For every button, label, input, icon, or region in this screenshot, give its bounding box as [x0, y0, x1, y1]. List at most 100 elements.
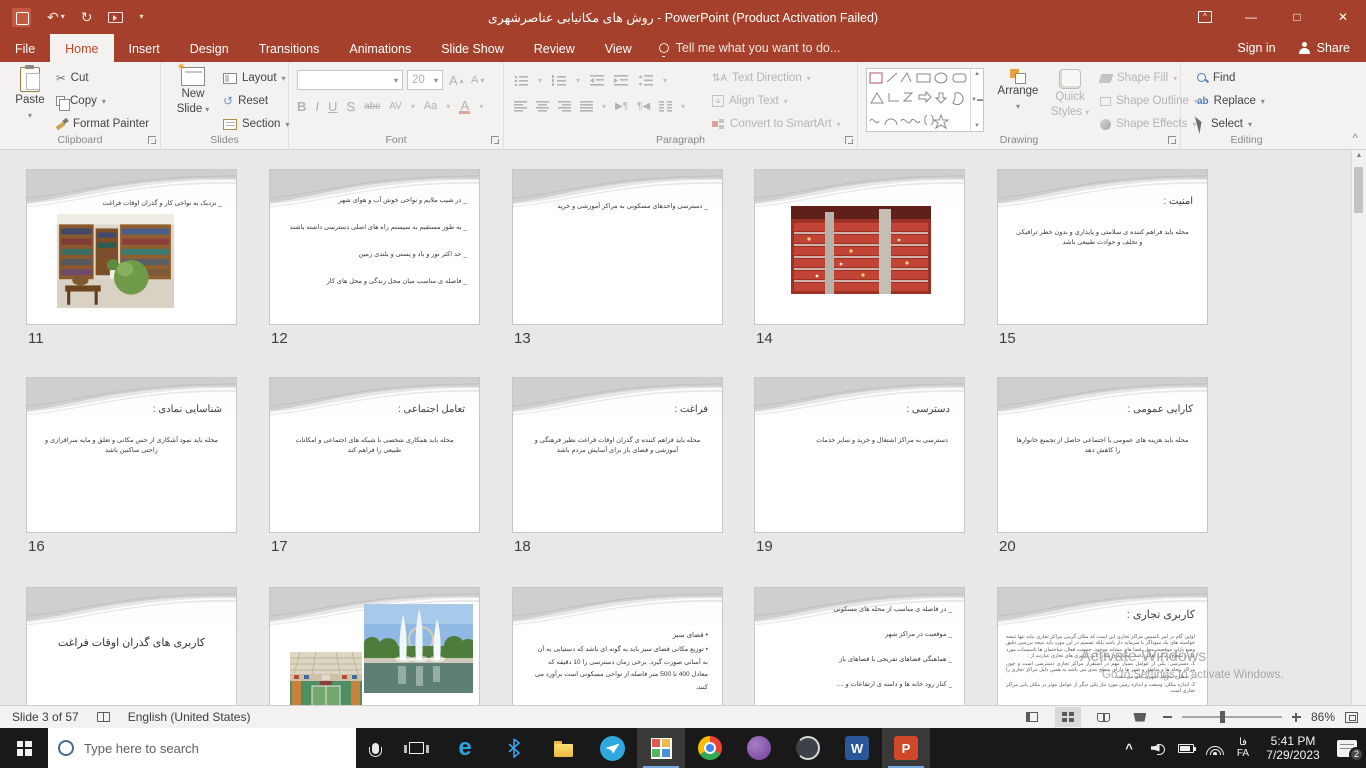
zoom-slider[interactable]	[1182, 716, 1282, 718]
format-painter-button[interactable]: Format Painter	[56, 114, 149, 134]
collapse-ribbon-icon[interactable]: ^	[1352, 131, 1358, 145]
replace-button[interactable]: abReplace▾	[1197, 91, 1265, 111]
tray-show-hidden-icons[interactable]: ^	[1118, 728, 1140, 768]
slide-thumbnail-13[interactable]: _ دسترسی واحدهای مسکونی به مراکز آموزشی …	[512, 169, 723, 325]
slide-thumbnail-15[interactable]: امنیت : محله باید فراهم کننده ی سلامتی و…	[997, 169, 1208, 325]
align-left-icon[interactable]	[514, 101, 527, 112]
sign-in-button[interactable]: Sign in	[1237, 41, 1275, 55]
dialog-launcher-icon[interactable]	[1168, 136, 1176, 144]
maximize-button[interactable]: □	[1274, 0, 1320, 34]
close-button[interactable]: ✕	[1320, 0, 1366, 34]
shape-fill-button[interactable]: Shape Fill▾	[1100, 68, 1177, 88]
select-button[interactable]: Select▾	[1197, 114, 1252, 134]
slide-thumbnail-16[interactable]: شناسایی نمادی : محله باید نمود آشکاری از…	[26, 377, 237, 533]
zoom-in-button[interactable]	[1292, 713, 1301, 722]
taskbar-search-box[interactable]: Type here to search	[48, 728, 356, 768]
taskbar-item-player-app[interactable]	[784, 728, 832, 768]
layout-button[interactable]: Layout▾	[223, 68, 286, 88]
numbering-icon[interactable]	[552, 75, 566, 86]
italic-button[interactable]: I	[315, 99, 319, 114]
tray-language-indicator[interactable]: فاFA	[1230, 728, 1256, 768]
shrink-font-button[interactable]: A▾	[471, 70, 484, 90]
share-button[interactable]: Share	[1298, 41, 1350, 55]
slide-thumbnail-14[interactable]	[754, 169, 965, 325]
slide-thumbnail-25[interactable]: کاربری تجاری : اولین گام در امر تاسیس مر…	[997, 587, 1208, 705]
zoom-out-button[interactable]	[1163, 716, 1172, 718]
slide-thumbnail-11[interactable]: _ نزدیک به نواحی کار و گذران اوقات فراغت	[26, 169, 237, 325]
taskbar-item-purple-app[interactable]	[735, 728, 783, 768]
align-right-icon[interactable]	[558, 101, 571, 112]
taskbar-item-file-explorer[interactable]	[539, 728, 587, 768]
tab-slideshow[interactable]: Slide Show	[426, 34, 519, 62]
powerpoint-app-icon[interactable]	[12, 8, 31, 27]
quick-styles-button[interactable]: Quick Styles▾	[1046, 69, 1094, 119]
tab-home[interactable]: Home	[50, 34, 113, 62]
tab-insert[interactable]: Insert	[114, 34, 175, 62]
taskbar-item-bluetooth[interactable]	[490, 728, 538, 768]
find-button[interactable]: Find	[1197, 68, 1235, 88]
taskbar-item-media-app[interactable]	[637, 728, 685, 768]
minimize-button[interactable]: —	[1228, 0, 1274, 34]
slide-thumbnail-23[interactable]: • فضای سبز • توزیع مکانی فضای سبز باید ب…	[512, 587, 723, 705]
shapes-gallery[interactable]: ▲▼▬▼	[866, 68, 984, 132]
copy-button[interactable]: Copy▾	[56, 91, 106, 111]
change-case-button[interactable]: Aa	[424, 100, 437, 112]
redo-button[interactable]: ↻	[81, 10, 93, 24]
underline-button[interactable]: U	[328, 99, 337, 114]
tab-transitions[interactable]: Transitions	[244, 34, 335, 62]
customize-qat-button[interactable]: ▾	[139, 10, 143, 24]
vertical-scrollbar[interactable]: ▲	[1351, 150, 1366, 705]
slide-thumbnail-20[interactable]: کارایی عمومی : محله باید هزینه های عمومی…	[997, 377, 1208, 533]
tab-design[interactable]: Design	[175, 34, 244, 62]
taskbar-item-messenger[interactable]	[588, 728, 636, 768]
character-spacing-button[interactable]: AV	[389, 101, 402, 112]
slide-thumbnail-12[interactable]: _ در شیب ملایم و نواحی خوش آب و هوای شهر…	[269, 169, 480, 325]
slide-thumbnail-22[interactable]	[269, 587, 480, 705]
language-indicator[interactable]: English (United States)	[128, 710, 251, 724]
start-slideshow-button[interactable]	[108, 12, 123, 23]
shapes-gallery-scrollbar[interactable]: ▲▼▬▼	[970, 69, 983, 131]
undo-button[interactable]: ↶▾	[47, 10, 65, 24]
slide-thumbnail-21[interactable]: کاربری های گذران اوقات فراغت	[26, 587, 237, 705]
rtl-text-direction-icon[interactable]: ¶◀	[637, 101, 650, 112]
slideshow-view-button[interactable]	[1127, 707, 1153, 727]
tray-battery[interactable]	[1172, 728, 1200, 768]
align-text-button[interactable]: ≡Align Text▾	[712, 91, 788, 111]
justify-icon[interactable]	[580, 101, 593, 112]
text-direction-button[interactable]: ⇅AText Direction▾	[712, 68, 811, 88]
tray-clock[interactable]: 5:41 PM7/29/2023	[1256, 728, 1330, 768]
arrange-button[interactable]: Arrange ▾	[992, 69, 1044, 113]
tab-file[interactable]: File	[0, 34, 50, 62]
paste-button[interactable]: Paste ▾	[8, 67, 52, 122]
tray-network[interactable]	[1202, 728, 1228, 768]
ribbon-display-options-button[interactable]: ^	[1182, 0, 1228, 34]
action-center-button[interactable]: 2	[1332, 728, 1362, 768]
scrollbar-thumb[interactable]	[1354, 167, 1363, 213]
dialog-launcher-icon[interactable]	[491, 136, 499, 144]
reset-button[interactable]: ↺Reset	[223, 91, 268, 111]
tab-view[interactable]: View	[590, 34, 647, 62]
font-size-combobox[interactable]: 20▾	[407, 70, 443, 90]
tray-volume[interactable]	[1144, 728, 1170, 768]
dialog-launcher-icon[interactable]	[845, 136, 853, 144]
scroll-up-arrow-icon[interactable]: ▲	[1352, 152, 1366, 159]
zoom-slider-thumb[interactable]	[1220, 711, 1225, 723]
line-spacing-icon[interactable]	[638, 75, 653, 86]
decrease-indent-icon[interactable]	[590, 75, 604, 86]
tab-animations[interactable]: Animations	[334, 34, 426, 62]
slide-thumbnail-18[interactable]: فراغت : محله باید فراهم کننده ی گذران او…	[512, 377, 723, 533]
bold-button[interactable]: B	[297, 99, 306, 114]
taskbar-item-word[interactable]: W	[833, 728, 881, 768]
font-name-combobox[interactable]: ▾	[297, 70, 403, 90]
tell-me-box[interactable]: Tell me what you want to do...	[647, 34, 853, 62]
slide-thumbnail-24[interactable]: _ در فاصله ی مناسب از محله های مسکونی _ …	[754, 587, 965, 705]
increase-indent-icon[interactable]	[614, 75, 628, 86]
dialog-launcher-icon[interactable]	[148, 136, 156, 144]
slide-thumbnail-19[interactable]: دسترسی : دسترسی به مراکز اشتغال و خرید و…	[754, 377, 965, 533]
taskbar-item-chrome[interactable]	[686, 728, 734, 768]
tab-review[interactable]: Review	[519, 34, 590, 62]
align-center-icon[interactable]	[536, 101, 549, 112]
spellcheck-icon[interactable]	[97, 712, 110, 722]
bullets-icon[interactable]	[514, 75, 528, 86]
section-button[interactable]: Section▾	[223, 114, 289, 134]
